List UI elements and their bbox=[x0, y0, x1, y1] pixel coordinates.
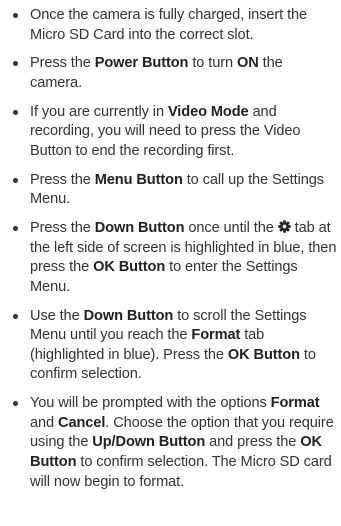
step-text: You will be prompted with the options bbox=[30, 395, 271, 412]
step-text: Once the camera is fully charged, insert… bbox=[30, 7, 308, 43]
bold-term: Power Button bbox=[94, 55, 189, 72]
step-text: Press the bbox=[30, 220, 95, 237]
bold-term: Format bbox=[191, 327, 241, 344]
step-item: If you are currently in Video Mode and r… bbox=[0, 103, 337, 162]
step-item: Press the Down Button once until the tab… bbox=[0, 219, 337, 297]
bold-term: Up/Down Button bbox=[92, 434, 206, 451]
bold-term: Down Button bbox=[83, 307, 174, 324]
step-text: and press the bbox=[205, 434, 301, 451]
step-item: Once the camera is fully charged, insert… bbox=[0, 6, 337, 45]
bold-term: Video Mode bbox=[167, 103, 249, 120]
bullet-dot bbox=[13, 109, 18, 115]
format-steps-list: Once the camera is fully charged, insert… bbox=[0, 6, 337, 492]
bold-term: Format bbox=[270, 395, 320, 412]
bold-term: OK Button bbox=[227, 346, 300, 363]
step-item: You will be prompted with the options Fo… bbox=[0, 394, 337, 492]
step-text: to turn bbox=[188, 55, 237, 72]
step-text: Press the bbox=[30, 171, 95, 188]
step-item: Press the Menu Button to call up the Set… bbox=[0, 171, 337, 210]
bold-term: ON bbox=[236, 55, 259, 72]
bullet-dot bbox=[13, 226, 18, 232]
step-text: and bbox=[30, 414, 59, 431]
step-text: If you are currently in bbox=[30, 103, 168, 120]
step-item: Press the Power Button to turn ON the ca… bbox=[0, 54, 337, 93]
step-text: to confirm selection. The Micro SD card … bbox=[30, 454, 332, 490]
step-text: Use the bbox=[30, 307, 84, 324]
bullet-dot bbox=[13, 401, 18, 407]
gear-icon bbox=[277, 220, 291, 233]
bullet-dot bbox=[13, 61, 18, 67]
bullet-dot bbox=[13, 13, 18, 18]
bullet-dot bbox=[13, 313, 18, 319]
bold-term: Down Button bbox=[94, 220, 185, 237]
bold-term: Cancel bbox=[58, 414, 106, 431]
step-text: Press the bbox=[30, 55, 95, 72]
instruction-document: Once the camera is fully charged, insert… bbox=[0, 0, 341, 526]
step-item: Use the Down Button to scroll the Settin… bbox=[0, 307, 337, 385]
step-text: once until the bbox=[184, 220, 278, 237]
bold-term: Menu Button bbox=[94, 171, 183, 188]
bullet-dot bbox=[13, 177, 18, 183]
bold-term: OK Button bbox=[93, 259, 166, 276]
